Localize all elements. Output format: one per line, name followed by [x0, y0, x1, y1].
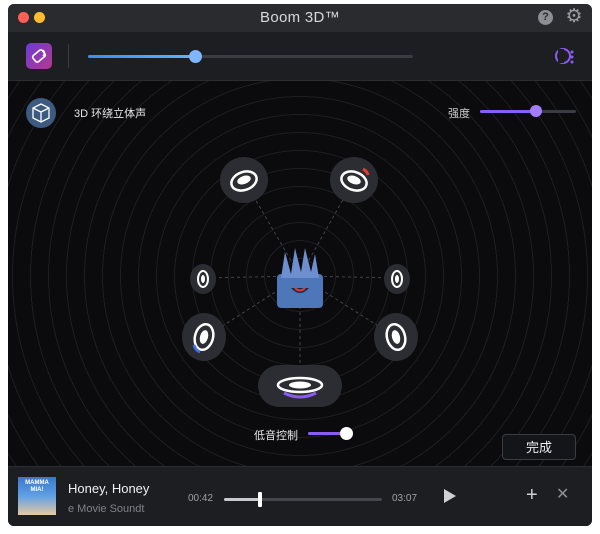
bass-slider-knob[interactable] [339, 427, 353, 440]
add-icon[interactable]: + [526, 485, 538, 505]
surround-panel: 3D 环绕立体声 强度 低音控制 完成 [8, 81, 592, 466]
time-total: 03:07 [392, 493, 418, 504]
play-icon[interactable] [444, 489, 456, 503]
subwoofer-speaker[interactable] [258, 365, 342, 407]
side-left-speaker[interactable] [190, 264, 216, 294]
bass-slider[interactable] [308, 427, 353, 440]
time-elapsed: 00:42 [188, 493, 214, 504]
track-title: Honey, Honey [68, 481, 150, 496]
seek-slider[interactable] [224, 492, 382, 507]
gear-icon[interactable]: ⚙ [564, 7, 584, 27]
help-icon[interactable]: ? [538, 10, 553, 25]
seek-slider-fill [224, 498, 261, 501]
album-art[interactable]: MAMMA MIA! [18, 477, 56, 515]
volume-slider-knob[interactable] [189, 50, 203, 63]
app-window: Boom 3D™ ? ⚙ 3D 环绕立体声 强度 低音控制 完成 MAMMA M… [8, 4, 592, 526]
side-right-speaker[interactable] [384, 264, 410, 294]
player-bar: MAMMA MIA! Honey, Honey e Movie Soundt 0… [8, 466, 592, 526]
front-left-speaker[interactable] [220, 157, 268, 203]
front-right-speaker[interactable] [330, 157, 378, 203]
title-bar: Boom 3D™ ? ⚙ [8, 4, 592, 32]
track-album: e Movie Soundt [68, 503, 145, 515]
app-logo-icon[interactable] [26, 43, 52, 69]
volume-slider-fill [88, 55, 196, 58]
seek-slider-knob[interactable] [258, 492, 263, 507]
close-icon[interactable]: ✕ [556, 486, 569, 504]
divider [68, 44, 69, 68]
app-title: Boom 3D™ [260, 9, 340, 26]
done-button[interactable]: 完成 [502, 434, 576, 460]
volume-bar [8, 32, 592, 81]
rear-left-speaker[interactable] [182, 313, 226, 361]
equalizer-icon[interactable] [554, 46, 576, 66]
listener-head-icon [277, 248, 323, 308]
album-art-text: MAMMA MIA! [25, 480, 49, 493]
rear-right-speaker[interactable] [374, 313, 418, 361]
bass-control-label: 低音控制 [254, 430, 298, 442]
volume-slider[interactable] [88, 50, 413, 63]
